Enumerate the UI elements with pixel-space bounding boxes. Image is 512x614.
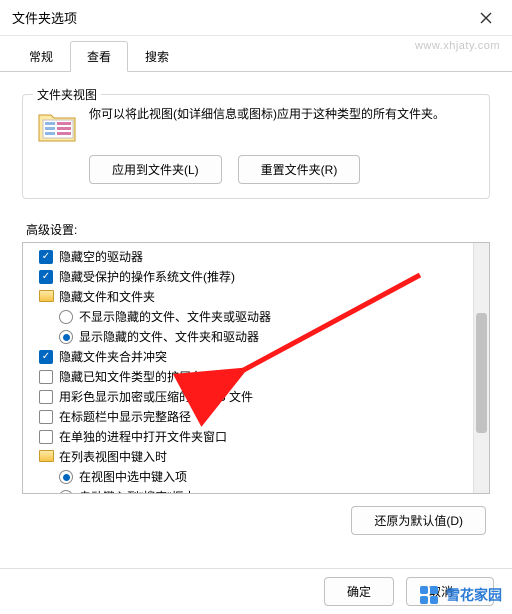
setting-label: 隐藏已知文件类型的扩展名 — [59, 367, 203, 387]
setting-row-2[interactable]: 隐藏文件和文件夹 — [29, 287, 473, 307]
scrollbar[interactable] — [473, 243, 489, 493]
folder-icon — [39, 450, 54, 462]
checkbox-icon[interactable] — [39, 430, 53, 444]
close-icon — [480, 12, 492, 24]
setting-row-4[interactable]: 显示隐藏的文件、文件夹和驱动器 — [29, 327, 473, 347]
scrollbar-thumb[interactable] — [476, 313, 487, 433]
setting-label: 用彩色显示加密或压缩的 NTFS 文件 — [59, 387, 253, 407]
reset-folders-button[interactable]: 重置文件夹(R) — [238, 155, 361, 184]
tab-view[interactable]: 查看 — [70, 41, 128, 72]
restore-defaults-button[interactable]: 还原为默认值(D) — [351, 506, 486, 535]
radio-icon[interactable] — [59, 470, 73, 484]
setting-row-1[interactable]: ✓ 隐藏受保护的操作系统文件(推荐) — [29, 267, 473, 287]
checkbox-icon[interactable] — [39, 370, 53, 384]
setting-row-12[interactable]: 自动键入到"搜索"框中 — [29, 487, 473, 493]
setting-label: 不显示隐藏的文件、文件夹或驱动器 — [79, 307, 271, 327]
watermark: 雪花家园 — [418, 584, 502, 606]
checkbox-icon[interactable]: ✓ — [39, 250, 53, 264]
setting-label: 自动键入到"搜索"框中 — [79, 487, 196, 493]
folder-icon — [37, 109, 77, 145]
snowflake-icon — [418, 584, 440, 606]
tab-content: 文件夹视图 你可以将此视图(如详细信息或图标)应用于这种类型的所有文件夹。 应用… — [0, 72, 512, 535]
setting-row-3[interactable]: 不显示隐藏的文件、文件夹或驱动器 — [29, 307, 473, 327]
ok-button[interactable]: 确定 — [324, 577, 394, 606]
setting-label: 隐藏空的驱动器 — [59, 247, 143, 267]
radio-icon[interactable] — [59, 330, 73, 344]
setting-label: 在列表视图中键入时 — [59, 447, 167, 467]
folder-views-desc: 你可以将此视图(如详细信息或图标)应用于这种类型的所有文件夹。 — [89, 105, 445, 123]
tab-search[interactable]: 搜索 — [128, 41, 186, 72]
setting-label: 在单独的进程中打开文件夹窗口 — [59, 427, 227, 447]
folder-views-title: 文件夹视图 — [33, 86, 101, 103]
setting-label: 在标题栏中显示完整路径 — [59, 407, 191, 427]
setting-row-7[interactable]: 用彩色显示加密或压缩的 NTFS 文件 — [29, 387, 473, 407]
advanced-settings-tree[interactable]: ✓ 隐藏空的驱动器 ✓ 隐藏受保护的操作系统文件(推荐)隐藏文件和文件夹不显示隐藏的文… — [23, 243, 473, 493]
setting-row-5[interactable]: ✓ 隐藏文件夹合并冲突 — [29, 347, 473, 367]
setting-row-0[interactable]: ✓ 隐藏空的驱动器 — [29, 247, 473, 267]
setting-label: 隐藏受保护的操作系统文件(推荐) — [59, 267, 235, 287]
checkbox-icon[interactable] — [39, 410, 53, 424]
setting-label: 在视图中选中键入项 — [79, 467, 187, 487]
advanced-label: 高级设置: — [26, 221, 490, 238]
setting-row-11[interactable]: 在视图中选中键入项 — [29, 467, 473, 487]
close-button[interactable] — [472, 4, 500, 32]
radio-icon[interactable] — [59, 310, 73, 324]
setting-row-6[interactable]: 隐藏已知文件类型的扩展名 — [29, 367, 473, 387]
setting-row-8[interactable]: 在标题栏中显示完整路径 — [29, 407, 473, 427]
radio-icon[interactable] — [59, 490, 73, 493]
window-title: 文件夹选项 — [12, 8, 472, 27]
advanced-settings-box: ✓ 隐藏空的驱动器 ✓ 隐藏受保护的操作系统文件(推荐)隐藏文件和文件夹不显示隐藏的文… — [22, 242, 490, 494]
setting-label: 显示隐藏的文件、文件夹和驱动器 — [79, 327, 259, 347]
checkbox-icon[interactable]: ✓ — [39, 350, 53, 364]
checkbox-icon[interactable] — [39, 390, 53, 404]
title-bar: 文件夹选项 — [0, 0, 512, 36]
watermark-text: 雪花家园 — [446, 585, 502, 605]
folder-icon — [39, 290, 54, 302]
checkbox-icon[interactable]: ✓ — [39, 270, 53, 284]
setting-row-10[interactable]: 在列表视图中键入时 — [29, 447, 473, 467]
folder-views-group: 文件夹视图 你可以将此视图(如详细信息或图标)应用于这种类型的所有文件夹。 应用… — [22, 94, 490, 199]
tab-general[interactable]: 常规 — [12, 41, 70, 72]
apply-to-folders-button[interactable]: 应用到文件夹(L) — [89, 155, 222, 184]
setting-label: 隐藏文件和文件夹 — [59, 287, 155, 307]
watermark-url: www.xhjaty.com — [415, 40, 500, 52]
setting-row-9[interactable]: 在单独的进程中打开文件夹窗口 — [29, 427, 473, 447]
setting-label: 隐藏文件夹合并冲突 — [59, 347, 167, 367]
